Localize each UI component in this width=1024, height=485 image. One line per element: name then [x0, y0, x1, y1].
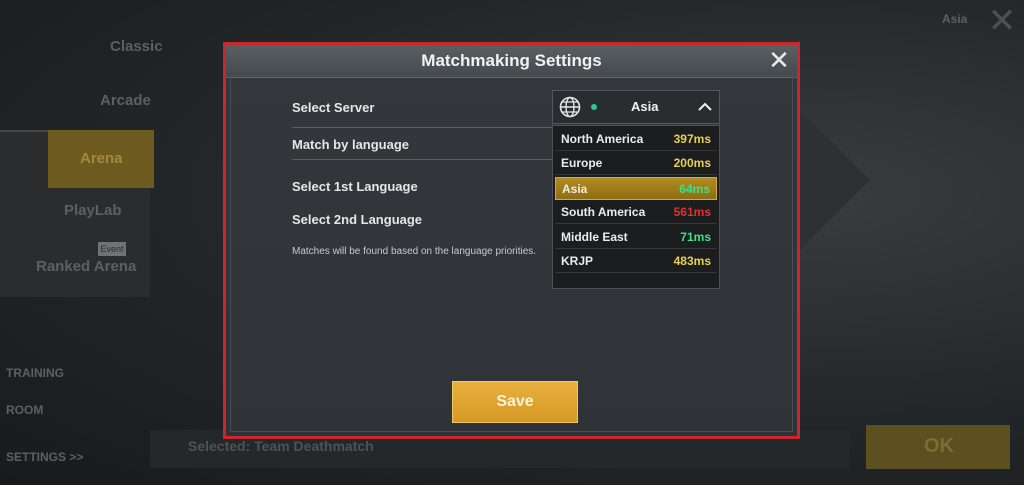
server-option-name: KRJP	[561, 254, 594, 268]
server-option-europe[interactable]: Europe 200ms	[555, 152, 717, 175]
server-select-value: Asia	[631, 99, 659, 114]
server-option-north-america[interactable]: North America 397ms	[555, 128, 717, 151]
bg-menu-arena[interactable]: Arena	[48, 130, 154, 188]
server-status-dot	[591, 104, 597, 110]
bg-ok-button[interactable]: OK	[866, 425, 1010, 469]
bg-side-training[interactable]: TRAINING	[6, 366, 64, 380]
bg-region-label: Asia	[942, 12, 968, 26]
server-option-name: Europe	[561, 156, 603, 170]
dialog-title: Matchmaking Settings	[421, 51, 602, 70]
bg-side-room[interactable]: ROOM	[6, 403, 43, 417]
server-option-ping: 397ms	[673, 132, 711, 146]
chevron-up-icon	[698, 102, 712, 111]
background-arrow-shape	[800, 110, 870, 250]
bg-side-settings[interactable]: SETTINGS >>	[6, 450, 83, 464]
server-option-ping: 71ms	[680, 230, 711, 244]
match-by-language-label: Match by language	[292, 137, 410, 152]
bg-close-icon[interactable]: ✕	[984, 4, 1020, 40]
divider	[292, 127, 552, 128]
server-option-middle-east[interactable]: Middle East 71ms	[555, 226, 717, 249]
server-option-asia[interactable]: Asia 64ms	[555, 177, 717, 200]
divider	[292, 159, 552, 160]
server-option-ping: 200ms	[673, 156, 711, 170]
server-option-name: Middle East	[561, 230, 628, 244]
server-option-south-america[interactable]: South America 561ms	[555, 201, 717, 224]
matchmaking-settings-dialog: Matchmaking Settings ✕ Select Server Mat…	[223, 42, 800, 439]
server-dropdown-list: North America 397ms Europe 200ms Asia 64…	[552, 125, 720, 289]
bg-menu-ranked-arena[interactable]: Ranked Arena	[36, 258, 136, 275]
select-1st-language-label: Select 1st Language	[292, 179, 418, 194]
server-select[interactable]: Asia	[552, 90, 720, 124]
dialog-header: Matchmaking Settings ✕	[226, 45, 797, 78]
server-option-ping: 561ms	[673, 205, 711, 219]
server-option-name: South America	[561, 205, 646, 219]
bg-menu-arcade[interactable]: Arcade	[100, 92, 151, 109]
bg-event-badge: Event	[98, 242, 126, 256]
server-option-ping: 483ms	[673, 254, 711, 268]
close-icon[interactable]: ✕	[767, 47, 791, 73]
bg-menu-classic[interactable]: Classic	[110, 38, 163, 55]
select-2nd-language-label: Select 2nd Language	[292, 212, 423, 227]
globe-icon	[559, 96, 581, 118]
save-button[interactable]: Save	[452, 381, 578, 423]
select-server-label: Select Server	[292, 100, 375, 115]
bg-menu-arena-label: Arena	[80, 150, 123, 167]
language-priority-hint: Matches will be found based on the langu…	[292, 246, 537, 257]
server-option-name: Asia	[562, 182, 588, 196]
server-option-ping: 64ms	[679, 182, 710, 196]
server-option-krjp[interactable]: KRJP 483ms	[555, 250, 717, 273]
server-option-name: North America	[561, 132, 644, 146]
bg-ok-label: OK	[924, 435, 954, 457]
bg-menu-playlab[interactable]: PlayLab	[64, 202, 122, 219]
save-button-label: Save	[496, 393, 534, 410]
bg-selected-mode: Selected: Team Deathmatch	[188, 438, 374, 454]
